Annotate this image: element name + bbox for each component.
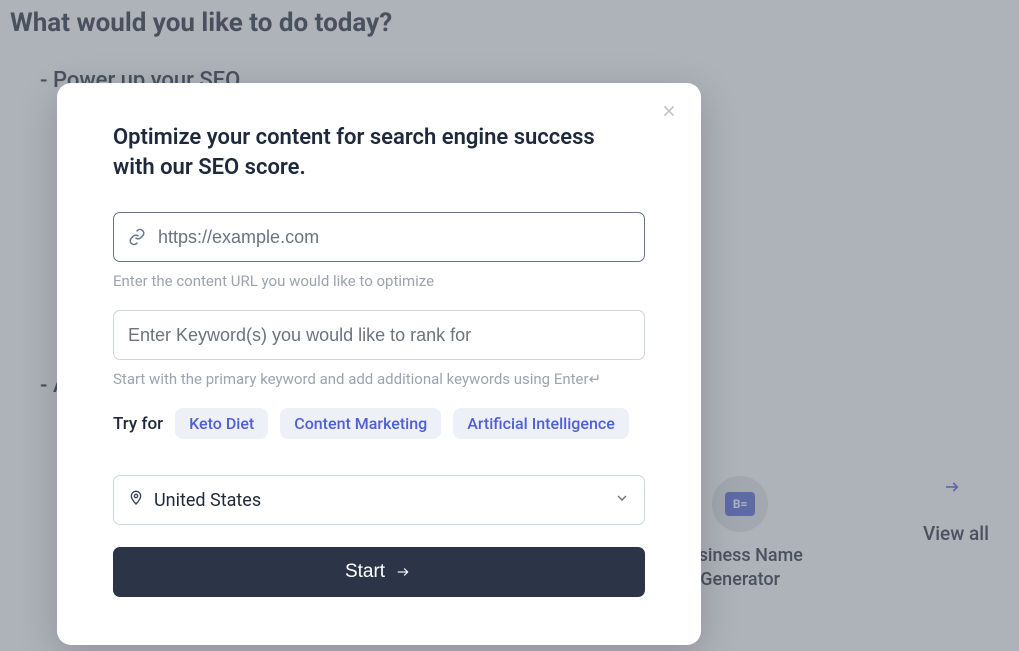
arrow-right-icon: [393, 565, 413, 579]
link-icon: [128, 228, 146, 246]
modal-overlay: Optimize your content for search engine …: [0, 0, 1019, 651]
location-select[interactable]: United States: [113, 475, 645, 525]
url-hint: Enter the content URL you would like to …: [113, 272, 645, 290]
keyword-field[interactable]: [113, 310, 645, 360]
close-icon: [661, 103, 677, 119]
url-input[interactable]: [158, 227, 630, 248]
modal-title: Optimize your content for search engine …: [113, 123, 633, 182]
keyword-hint: Start with the primary keyword and add a…: [113, 370, 645, 388]
try-for-label: Try for: [113, 414, 163, 434]
chip-keto-diet[interactable]: Keto Diet: [175, 408, 268, 439]
chip-content-marketing[interactable]: Content Marketing: [280, 408, 441, 439]
start-button-label: Start: [345, 561, 385, 583]
location-pin-icon: [128, 490, 144, 510]
chevron-down-icon: [614, 490, 630, 510]
location-value: United States: [154, 490, 261, 511]
url-field[interactable]: [113, 212, 645, 262]
chip-artificial-intelligence[interactable]: Artificial Intelligence: [453, 408, 629, 439]
keyword-input[interactable]: [128, 325, 630, 346]
try-for-row: Try for Keto Diet Content Marketing Arti…: [113, 408, 645, 439]
close-button[interactable]: [657, 99, 681, 123]
seo-modal: Optimize your content for search engine …: [57, 83, 701, 645]
start-button[interactable]: Start: [113, 547, 645, 597]
